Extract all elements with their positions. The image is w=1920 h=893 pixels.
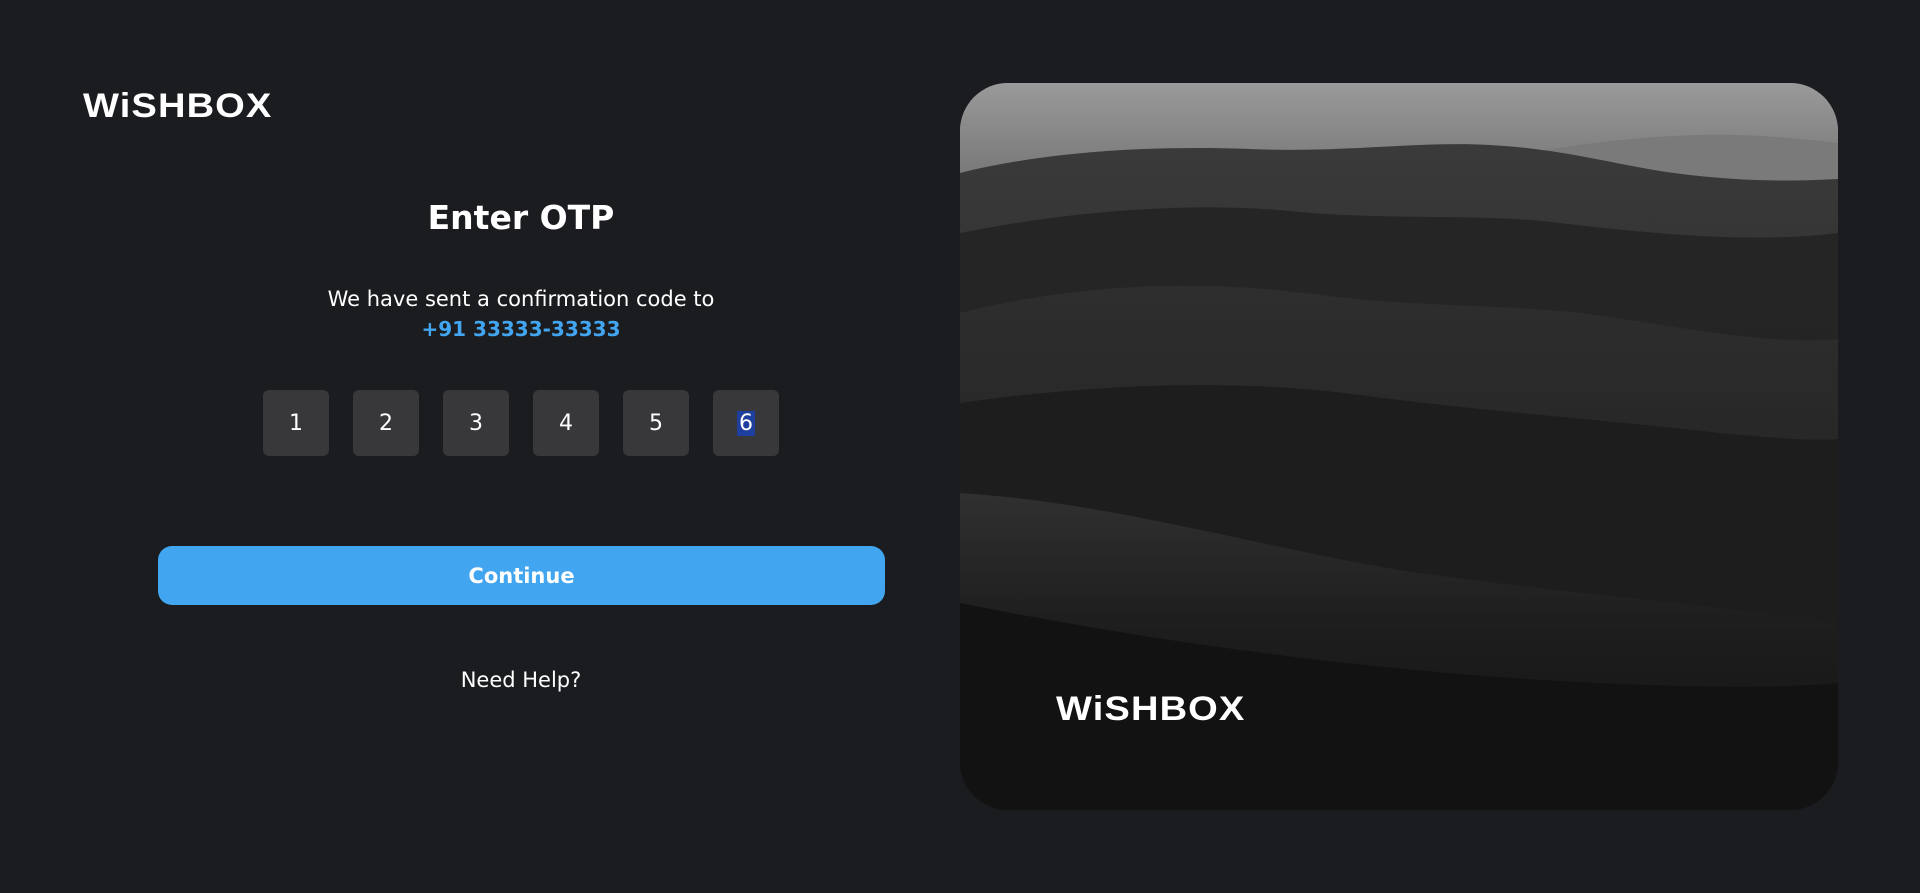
phone-number: +91 33333-33333 [421,317,621,341]
otp-digit-value: 1 [289,410,303,436]
otp-digit-input-4[interactable]: 4 [533,390,599,456]
otp-input-group: 1 2 3 4 5 6 [263,390,779,456]
brand-logo: WiSHBOX [83,87,273,125]
otp-digit-value: 2 [379,410,393,436]
otp-digit-input-6[interactable]: 6 [713,390,779,456]
hero-brand-logo: WiSHBOX [1056,690,1246,728]
otp-digit-value: 4 [559,410,573,436]
hero-image-panel: WiSHBOX [960,83,1838,810]
otp-digit-input-3[interactable]: 3 [443,390,509,456]
otp-page: WiSHBOX Enter OTP We have sent a confirm… [0,0,1920,893]
otp-digit-input-5[interactable]: 5 [623,390,689,456]
otp-digit-value: 3 [469,410,483,436]
otp-digit-input-1[interactable]: 1 [263,390,329,456]
continue-button[interactable]: Continue [158,546,885,605]
confirmation-message: We have sent a confirmation code to [327,287,715,311]
otp-digit-value: 6 [737,410,755,436]
otp-digit-value: 5 [649,410,663,436]
need-help-link[interactable]: Need Help? [0,666,1042,694]
otp-digit-input-2[interactable]: 2 [353,390,419,456]
page-title: Enter OTP [427,198,615,237]
